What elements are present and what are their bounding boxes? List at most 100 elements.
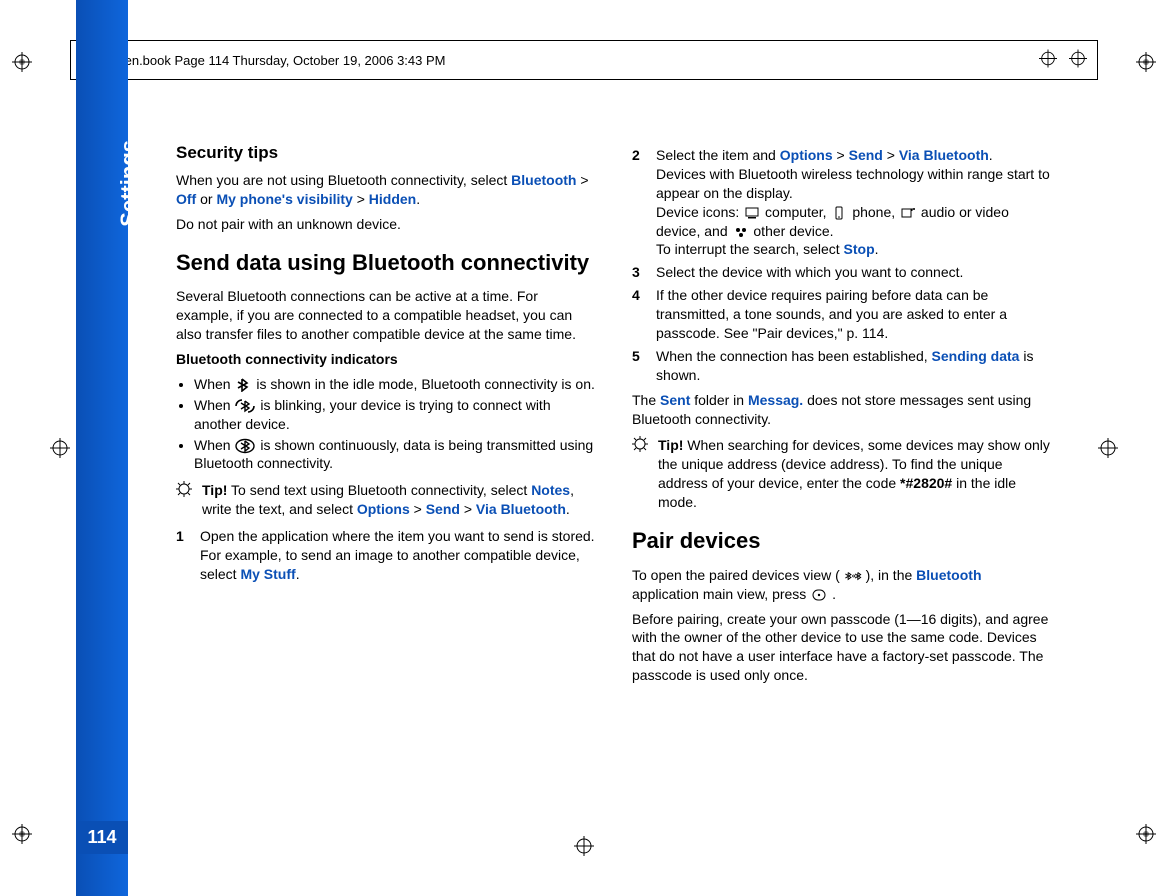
step-number: 4 xyxy=(632,286,646,343)
step-5: 5 When the connection has been establish… xyxy=(632,347,1052,385)
link-send: Send xyxy=(426,501,460,517)
crop-mark-icon xyxy=(1098,438,1118,458)
phone-icon xyxy=(830,206,848,220)
step-number: 2 xyxy=(632,146,646,259)
step-text: When the connection has been established… xyxy=(656,347,1052,385)
text: . xyxy=(296,566,300,582)
paragraph: The Sent folder in Messag. does not stor… xyxy=(632,391,1052,429)
registration-mark-icon xyxy=(12,52,32,72)
code-text: *#2820# xyxy=(900,475,952,491)
link-options: Options xyxy=(780,147,833,163)
heading-security-tips: Security tips xyxy=(176,142,596,165)
text: > xyxy=(353,191,369,207)
text: . xyxy=(566,501,570,517)
heading-pair-devices: Pair devices xyxy=(632,526,1052,556)
text: other device. xyxy=(753,223,833,239)
text: To open the paired devices view ( xyxy=(632,567,840,583)
step-3: 3 Select the device with which you want … xyxy=(632,263,1052,282)
header-mark-icon xyxy=(1039,50,1057,71)
registration-mark-icon xyxy=(1136,52,1156,72)
registration-mark-icon xyxy=(1136,824,1156,844)
text: The xyxy=(632,392,660,408)
registration-mark-icon xyxy=(12,824,32,844)
tip-text: Tip! When searching for devices, some de… xyxy=(658,436,1052,512)
link-options: Options xyxy=(357,501,410,517)
link-bluetooth: Bluetooth xyxy=(916,567,981,583)
link-off: Off xyxy=(176,191,196,207)
step-text: Select the item and Options > Send > Via… xyxy=(656,146,1052,259)
link-hidden: Hidden xyxy=(369,191,416,207)
text: Device icons: xyxy=(656,204,743,220)
text: When the connection has been established… xyxy=(656,348,932,364)
tip-lead: Tip! xyxy=(202,482,227,498)
bullet-list: When is shown in the idle mode, Bluetoot… xyxy=(176,375,596,473)
link-send: Send xyxy=(849,147,883,163)
tip-block: Tip! To send text using Bluetooth connec… xyxy=(176,481,596,519)
link-notes: Notes xyxy=(531,482,570,498)
section-tab-label: Settings xyxy=(116,140,142,227)
link-my-stuff: My Stuff xyxy=(240,566,295,582)
link-my-phones-visibility: My phone's visibility xyxy=(216,191,352,207)
list-item: When is shown in the idle mode, Bluetoot… xyxy=(194,375,596,394)
text: application main view, press xyxy=(632,586,810,602)
text: Devices with Bluetooth wireless technolo… xyxy=(656,166,1050,201)
link-via-bluetooth: Via Bluetooth xyxy=(476,501,566,517)
text: . xyxy=(989,147,993,163)
text: > xyxy=(883,147,899,163)
text: ), in the xyxy=(866,567,917,583)
step-text: If the other device requires pairing bef… xyxy=(656,286,1052,343)
text: folder in xyxy=(690,392,748,408)
heading-send-data: Send data using Bluetooth connectivity xyxy=(176,248,596,278)
text: When xyxy=(194,397,234,413)
audio-video-icon xyxy=(899,206,917,220)
list-item: When is blinking, your device is trying … xyxy=(194,396,596,434)
step-text: Open the application where the item you … xyxy=(200,527,596,584)
text: is shown in the idle mode, Bluetooth con… xyxy=(256,376,595,392)
text: . xyxy=(416,191,420,207)
text: When xyxy=(194,437,234,453)
link-messag: Messag. xyxy=(748,392,803,408)
list-item: When is shown continuously, data is bein… xyxy=(194,436,596,474)
paragraph: Do not pair with an unknown device. xyxy=(176,215,596,234)
paragraph: Before pairing, create your own passcode… xyxy=(632,610,1052,686)
computer-icon xyxy=(743,206,761,220)
text: > xyxy=(410,501,426,517)
page-number: 114 xyxy=(76,821,128,854)
link-sent: Sent xyxy=(660,392,690,408)
link-bluetooth: Bluetooth xyxy=(511,172,576,188)
text: computer, xyxy=(765,204,830,220)
text: When xyxy=(194,376,234,392)
link-stop: Stop xyxy=(844,241,875,257)
paragraph: To open the paired devices view ( ), in … xyxy=(632,566,1052,604)
link-via-bluetooth: Via Bluetooth xyxy=(899,147,989,163)
step-2: 2 Select the item and Options > Send > V… xyxy=(632,146,1052,259)
bluetooth-transmitting-icon xyxy=(234,438,256,454)
page-header-box: R1114_en.book Page 114 Thursday, October… xyxy=(70,40,1098,80)
step-1: 1 Open the application where the item yo… xyxy=(176,527,596,584)
step-number: 3 xyxy=(632,263,646,282)
header-mark-icon xyxy=(1069,50,1087,71)
text: > xyxy=(833,147,849,163)
section-tab: Settings 114 xyxy=(76,0,128,896)
left-column: Security tips When you are not using Blu… xyxy=(176,142,596,691)
subheading-bt-indicators: Bluetooth connectivity indicators xyxy=(176,350,596,369)
tip-icon xyxy=(632,436,650,512)
tip-lead: Tip! xyxy=(658,437,683,453)
paragraph: When you are not using Bluetooth connect… xyxy=(176,171,596,209)
text: or xyxy=(196,191,216,207)
text: phone, xyxy=(852,204,899,220)
text: Select the item and xyxy=(656,147,780,163)
bluetooth-icon xyxy=(234,378,252,392)
crop-mark-icon xyxy=(50,438,70,458)
tip-text: Tip! To send text using Bluetooth connec… xyxy=(202,481,596,519)
crop-mark-icon xyxy=(574,836,594,856)
text: > xyxy=(576,172,588,188)
text: > xyxy=(460,501,476,517)
right-column: 2 Select the item and Options > Send > V… xyxy=(632,142,1052,691)
text: When you are not using Bluetooth connect… xyxy=(176,172,511,188)
step-text: Select the device with which you want to… xyxy=(656,263,1052,282)
page-header-text: R1114_en.book Page 114 Thursday, October… xyxy=(81,53,446,68)
step-number: 1 xyxy=(176,527,190,584)
step-number: 5 xyxy=(632,347,646,385)
tip-block: Tip! When searching for devices, some de… xyxy=(632,436,1052,512)
